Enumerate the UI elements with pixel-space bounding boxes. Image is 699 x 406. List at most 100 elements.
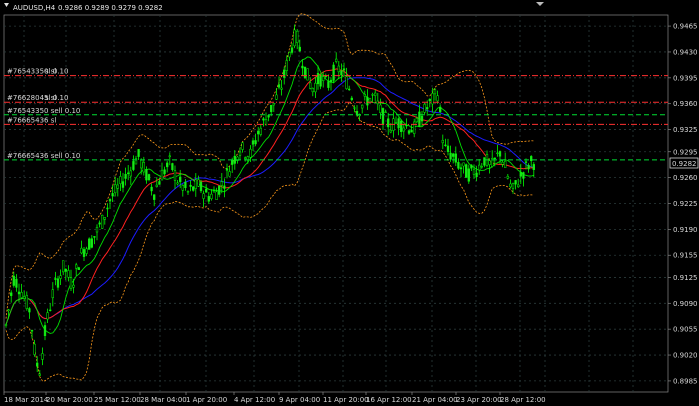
candle-body (285, 60, 288, 71)
candle-body (220, 181, 223, 186)
candle-body (244, 157, 247, 159)
candle-body (259, 127, 262, 135)
candle-body (199, 181, 203, 192)
candle-body (319, 74, 322, 87)
candle-body (522, 172, 525, 179)
candle-body (363, 94, 366, 97)
candle-body (186, 191, 190, 193)
candle-body (301, 65, 304, 69)
chart-shift-icon[interactable] (536, 2, 544, 6)
candle-body (36, 362, 39, 367)
candle-body (288, 52, 291, 58)
candle-body (342, 68, 346, 71)
candle-body (350, 97, 353, 101)
candle-body (90, 238, 93, 248)
moving-averages (5, 56, 534, 334)
chart-window[interactable]: #76543350 sl sl 0.10 #76628045 sl sl 0.10 #7… (0, 0, 699, 406)
price-tick-label: 0.9295 (673, 148, 698, 156)
time-tick-label: 21 Apr 04:00 (412, 396, 458, 404)
candle-body (43, 325, 47, 336)
candle-body (361, 104, 364, 109)
candle-body (366, 96, 369, 106)
candle-body (116, 184, 119, 189)
candle-body (119, 176, 122, 184)
candle-body (238, 151, 242, 156)
candle-body (95, 227, 99, 233)
price-tick-label: 0.9465 (673, 23, 698, 31)
candle-body (340, 70, 343, 76)
candle-body (77, 267, 80, 270)
candle-body (329, 79, 333, 83)
candle-body (69, 277, 73, 289)
candle-body (249, 148, 252, 158)
price-chart[interactable]: #76543350 slsl 0.10#76628045 slsl 0.10#7… (0, 0, 699, 406)
candle-body (72, 284, 75, 288)
candle-body (75, 264, 78, 269)
candle-body (389, 129, 392, 133)
candle-body (290, 47, 294, 53)
candle-body (173, 170, 177, 181)
price-tick-label: 0.9125 (673, 274, 698, 282)
candle-body (387, 118, 390, 128)
candle-body (38, 373, 41, 376)
time-tick-label: 28 Apr 12:00 (500, 396, 546, 404)
bollinger-upper (5, 13, 534, 319)
candle-body (454, 153, 457, 163)
candle-body (15, 278, 18, 288)
bollinger-lower (5, 101, 534, 382)
candle-body (314, 82, 317, 93)
candle-body (509, 183, 512, 188)
candle-body (93, 236, 96, 238)
candle-body (124, 174, 127, 179)
price-tick-label: 0.9260 (673, 174, 698, 182)
candle-body (168, 155, 171, 158)
candle-body (348, 88, 351, 91)
price-tick-label: 0.9430 (673, 48, 698, 56)
candle-body (28, 308, 31, 313)
candle-body (496, 152, 499, 154)
candle-body (506, 175, 509, 179)
candle-body (129, 170, 132, 177)
candle-body (80, 247, 83, 254)
candle-body (402, 127, 405, 132)
candle-body (85, 248, 88, 254)
candle-body (493, 157, 496, 159)
candle-body (142, 161, 145, 173)
chart-menu-arrow-icon[interactable] (4, 3, 9, 7)
candle-body (504, 160, 507, 168)
candle-body (480, 166, 483, 168)
time-tick-label: 18 Mar 2014 (4, 396, 49, 404)
candle-body (316, 73, 320, 85)
candle-body (465, 164, 468, 178)
candle-body (155, 184, 158, 187)
chart-grid (3, 14, 669, 393)
candle-body (160, 169, 164, 181)
candle-body (322, 76, 325, 81)
candle-body (415, 118, 418, 123)
candle-body (64, 268, 67, 272)
candle-body (106, 207, 109, 210)
candle-body (327, 81, 330, 88)
bollinger-bands (5, 13, 534, 382)
candle-body (158, 181, 161, 185)
candle-body (62, 260, 65, 273)
candle-body (192, 186, 195, 191)
candle-body (470, 164, 473, 169)
candle-body (210, 193, 213, 199)
order-line-label: #76543350 sell 0.10 (7, 107, 80, 115)
ma-fast-line (5, 56, 534, 334)
order-line-extra: sl 0.10 (45, 68, 68, 76)
candle-body (368, 98, 372, 103)
candle-body (197, 179, 200, 187)
candle-body (145, 169, 148, 181)
candlesticks (4, 24, 535, 377)
candle-body (472, 168, 476, 175)
order-lines: #76543350 slsl 0.10#76628045 slsl 0.10#7… (4, 68, 668, 161)
price-tick-label: 0.9155 (673, 252, 698, 260)
candle-body (25, 295, 28, 309)
candle-body (215, 191, 218, 200)
price-axis: 0.9465 0.9430 0.9395 0.9360 0.9325 0.9295 0.92… (668, 23, 698, 385)
candle-body (335, 58, 338, 62)
candle-body (23, 296, 26, 299)
candle-body (212, 190, 216, 193)
